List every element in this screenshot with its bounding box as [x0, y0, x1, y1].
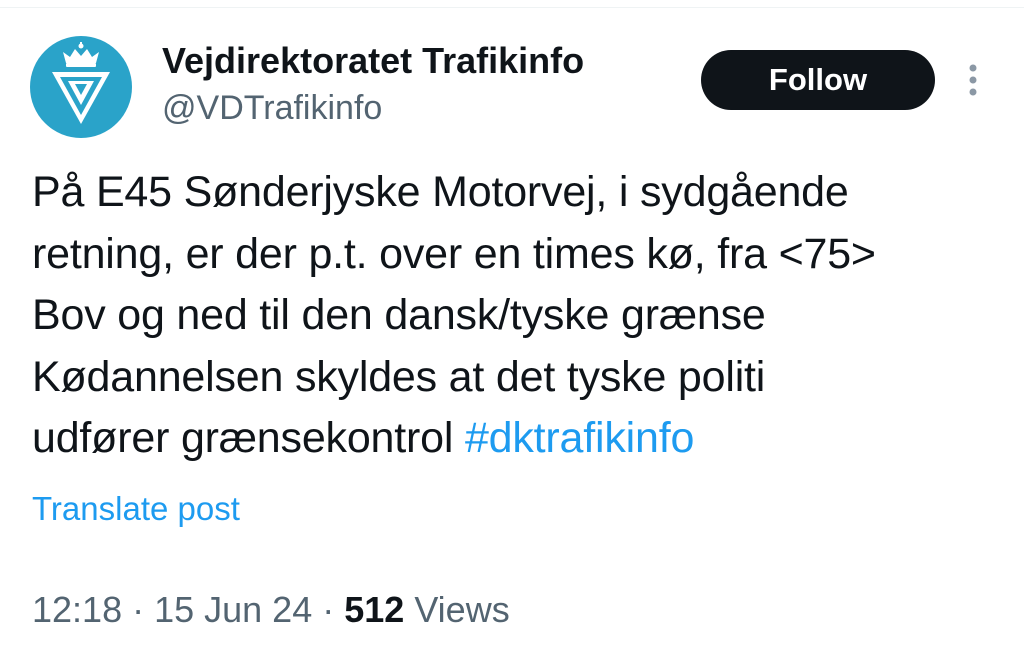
author-handle[interactable]: @VDTrafikinfo	[162, 86, 682, 130]
translate-post-link[interactable]: Translate post	[32, 487, 240, 531]
author-info: Vejdirektoratet Trafikinfo @VDTrafikinfo	[162, 38, 682, 130]
more-options-button[interactable]	[956, 56, 990, 104]
post-text-line: retning, er der p.t. over en times kø, f…	[32, 229, 876, 278]
hashtag-link[interactable]: #dktrafikinfo	[465, 414, 694, 462]
follow-button[interactable]: Follow	[701, 50, 935, 110]
post-text-line: Bov og ned til den dansk/tyske grænse	[32, 291, 766, 339]
post-metadata: 12:18 · 15 Jun 24 · 512 Views	[32, 586, 510, 634]
avatar[interactable]	[30, 36, 132, 138]
crown-road-sign-logo-icon	[52, 42, 110, 124]
views-count[interactable]: 512	[344, 589, 404, 630]
meta-separator: ·	[122, 589, 155, 630]
post-text-line: På E45 Sønderjyske Motorvej, i sydgående	[32, 168, 849, 216]
vertical-ellipsis-icon	[969, 64, 977, 96]
post-text-line-last: udfører grænsekontrol #dktrafikinfo	[32, 408, 1002, 470]
author-display-name[interactable]: Vejdirektoratet Trafikinfo	[162, 38, 682, 84]
post: Vejdirektoratet Trafikinfo @VDTrafikinfo…	[0, 0, 1024, 654]
views-label: Views	[404, 589, 510, 630]
meta-separator: ·	[312, 589, 345, 630]
post-text-fragment: udfører grænsekontrol	[32, 414, 465, 462]
post-date[interactable]: 15 Jun 24	[154, 589, 312, 630]
post-text: På E45 Sønderjyske Motorvej, i sydgående…	[32, 162, 1002, 470]
post-text-line: Kødannelsen skyldes at det tyske politi	[32, 352, 766, 401]
post-time[interactable]: 12:18	[32, 589, 122, 630]
